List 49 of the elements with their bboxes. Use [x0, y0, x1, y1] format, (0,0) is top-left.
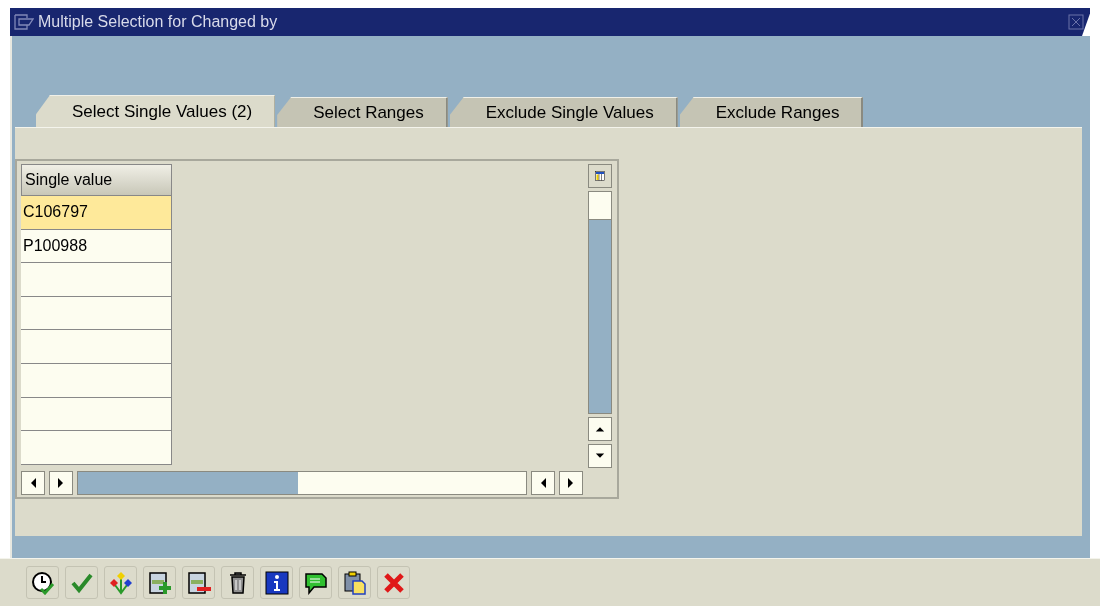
input-field[interactable]	[21, 263, 172, 297]
scroll-up-icon	[595, 425, 605, 433]
scroll-down-icon	[595, 452, 605, 460]
horizontal-scrollbar[interactable]	[77, 471, 527, 495]
scroll-up-button[interactable]	[588, 417, 612, 441]
scroll-right-icon	[567, 477, 575, 489]
add-rows-button[interactable]	[143, 566, 176, 599]
input-field[interactable]: P100988	[21, 229, 172, 264]
column-header[interactable]: Single value	[21, 164, 172, 196]
input-field[interactable]	[21, 296, 172, 331]
paste-icon	[342, 570, 367, 595]
scroll-down-button[interactable]	[588, 444, 612, 468]
clock-check-icon	[30, 570, 55, 595]
info-icon	[264, 570, 289, 595]
scroll-right-button[interactable]	[559, 471, 583, 495]
close-icon[interactable]	[1068, 14, 1084, 30]
tab[interactable]: Exclude Ranges	[679, 97, 864, 127]
delete-rows-icon	[186, 570, 211, 595]
hierarchy-button[interactable]	[104, 566, 137, 599]
window-icon	[14, 14, 34, 30]
paste-button[interactable]	[338, 566, 371, 599]
checkmark-button[interactable]	[65, 566, 98, 599]
scroll-left-button[interactable]	[531, 471, 555, 495]
input-field[interactable]	[21, 330, 172, 364]
scroll-left-button[interactable]	[21, 471, 45, 495]
tab[interactable]: Select Single Values (2)	[36, 95, 276, 127]
comment-button[interactable]	[299, 566, 332, 599]
input-field[interactable]: C106797	[21, 196, 172, 230]
clock-check-button[interactable]	[26, 566, 59, 599]
vertical-scrollbar[interactable]	[588, 191, 612, 414]
hierarchy-icon	[108, 570, 133, 595]
info-button[interactable]	[260, 566, 293, 599]
scroll-left-icon	[29, 477, 37, 489]
window-title: Multiple Selection for Changed by	[38, 12, 279, 32]
tab[interactable]: Select Ranges	[277, 97, 448, 127]
trash-button[interactable]	[221, 566, 254, 599]
column-layout-button[interactable]	[588, 164, 612, 188]
cancel-button[interactable]	[377, 566, 410, 599]
input-field[interactable]	[21, 431, 172, 465]
delete-rows-button[interactable]	[182, 566, 215, 599]
cancel-icon	[381, 570, 406, 595]
input-field[interactable]	[21, 397, 172, 432]
tab[interactable]: Exclude Single Values	[449, 97, 678, 127]
input-field[interactable]	[21, 363, 172, 398]
add-rows-icon	[147, 570, 172, 595]
comment-icon	[303, 570, 328, 595]
scroll-left-icon	[539, 477, 547, 489]
scroll-right-button[interactable]	[49, 471, 73, 495]
scroll-right-icon	[57, 477, 65, 489]
